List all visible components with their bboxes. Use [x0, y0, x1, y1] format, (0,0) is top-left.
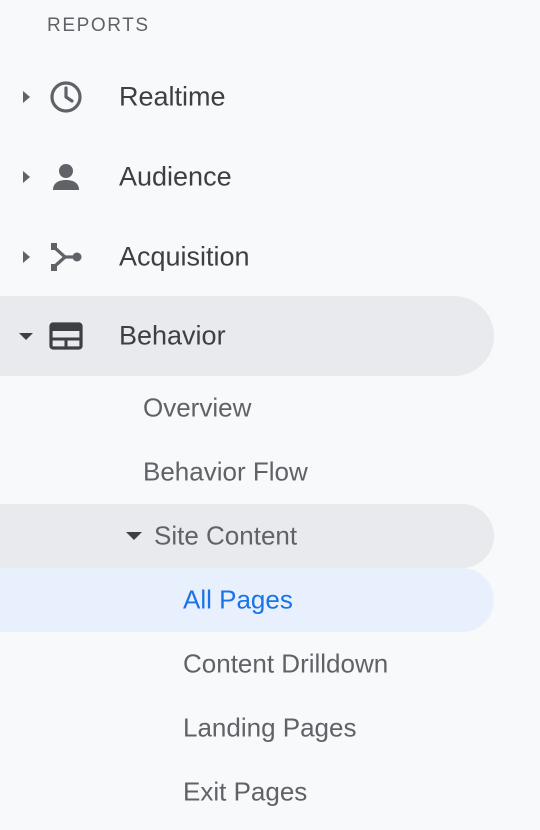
nav-subitem-label: Landing Pages — [183, 712, 357, 743]
nav-item-realtime[interactable]: Realtime — [0, 57, 494, 137]
nav-item-behavior[interactable]: Behavior — [0, 296, 494, 376]
merge-icon — [48, 239, 84, 275]
person-icon — [48, 159, 84, 195]
nav-subitem-label: Exit Pages — [183, 776, 308, 807]
nav-subitem-label: Site Content — [154, 520, 298, 551]
nav-subitem-label: Content Drilldown — [183, 648, 389, 679]
nav-item-acquisition[interactable]: Acquisition — [0, 217, 494, 297]
caret-down-icon[interactable] — [126, 530, 142, 542]
caret-right-icon[interactable] — [19, 250, 33, 264]
nav-subitem-overview[interactable]: Overview — [0, 376, 494, 440]
browser-window-icon — [48, 318, 84, 354]
caret-right-icon[interactable] — [19, 170, 33, 184]
nav-item-label: Behavior — [119, 320, 226, 351]
caret-down-icon[interactable] — [19, 329, 33, 343]
clock-icon — [48, 79, 84, 115]
nav-item-audience[interactable]: Audience — [0, 137, 494, 217]
nav-subitem-exit-pages[interactable]: Exit Pages — [0, 760, 494, 824]
nav-subitem-site-content[interactable]: Site Content — [0, 504, 494, 568]
caret-right-icon[interactable] — [19, 90, 33, 104]
nav-subitem-label: Behavior Flow — [143, 456, 308, 487]
nav-item-label: Realtime — [119, 81, 226, 112]
nav-subitem-content-drilldown[interactable]: Content Drilldown — [0, 632, 494, 696]
nav-item-label: Acquisition — [119, 241, 250, 272]
nav-subitem-label: All Pages — [183, 584, 293, 615]
nav-subitem-all-pages[interactable]: All Pages — [0, 568, 494, 632]
nav-subitem-behavior-flow[interactable]: Behavior Flow — [0, 440, 494, 504]
nav-subitem-label: Overview — [143, 392, 252, 423]
nav-subitem-landing-pages[interactable]: Landing Pages — [0, 696, 494, 760]
reports-section-label: REPORTS — [47, 15, 150, 36]
nav-item-label: Audience — [119, 161, 232, 192]
